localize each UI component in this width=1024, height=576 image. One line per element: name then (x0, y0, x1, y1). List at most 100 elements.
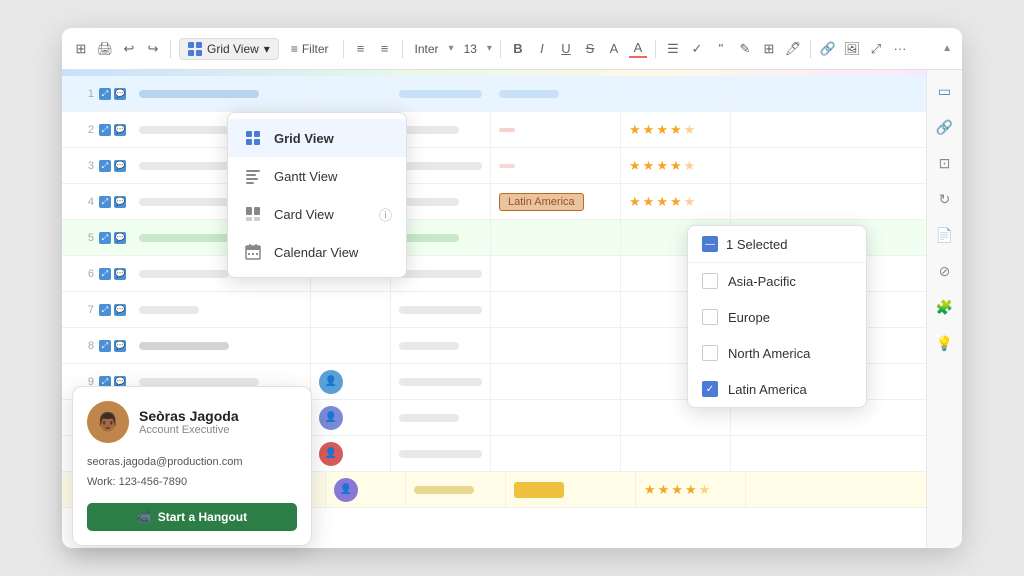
cell-region (491, 112, 621, 147)
expand-icon[interactable]: ⤢ (867, 40, 885, 58)
row-expand-icon[interactable]: ⤢ (99, 196, 111, 208)
toolbar-icon-grid[interactable]: ⊞ (72, 40, 90, 58)
highlight-icon[interactable]: A (605, 40, 623, 58)
cell-region (491, 256, 621, 291)
asia-pacific-option[interactable]: Asia-Pacific (688, 263, 866, 299)
calendar-view-option-label: Calendar View (274, 245, 358, 260)
sidebar-bulb-icon[interactable]: 💡 (934, 332, 956, 354)
pencil-icon[interactable]: ✎ (736, 40, 754, 58)
europe-option[interactable]: Europe (688, 299, 866, 335)
selected-indicator: — (702, 236, 718, 252)
asia-pacific-checkbox[interactable] (702, 273, 718, 289)
card-view-option[interactable]: Card View ⓘ (228, 195, 406, 233)
more-icon[interactable]: ··· (891, 40, 909, 58)
toolbar-divider-5 (655, 40, 656, 58)
align-text-icon[interactable]: ☰ (664, 40, 682, 58)
avatar: 👤 (319, 406, 343, 430)
sidebar-block-icon[interactable]: ⊘ (934, 260, 956, 282)
underline-icon[interactable]: U (557, 40, 575, 58)
image-icon[interactable]: 🖼 (843, 40, 861, 58)
contact-email: seoras.jagoda@production.com (87, 453, 297, 473)
link-icon[interactable]: 🔗 (819, 40, 837, 58)
cell-avatar (311, 328, 391, 363)
font-size-selector[interactable]: 13 (460, 42, 481, 56)
row-comment-icon[interactable]: 💬 (114, 232, 126, 244)
row-expand-icon[interactable]: ⤢ (99, 88, 111, 100)
sidebar-puzzle-icon[interactable]: 🧩 (934, 296, 956, 318)
cell-stars: ★ ★ ★ ★ ★ (621, 148, 731, 183)
row-action-icons: ⤢ 💬 (99, 160, 126, 172)
grid-view-button[interactable]: Grid View ▾ (179, 38, 279, 60)
row-comment-icon[interactable]: 💬 (114, 160, 126, 172)
align-right-icon[interactable]: ≡ (376, 40, 394, 58)
latin-america-option[interactable]: Latin America (688, 371, 866, 407)
align-left-icon[interactable]: ≡ (352, 40, 370, 58)
toolbar-icon-undo[interactable]: ↩ (120, 40, 138, 58)
table-row: 1 ⤢ 💬 (62, 76, 926, 112)
row-number: 8 (72, 340, 94, 352)
star-5: ★ (684, 194, 696, 210)
row-action-icons: ⤢ 💬 (99, 232, 126, 244)
start-hangout-button[interactable]: 📹 Start a Hangout (87, 503, 297, 531)
card-view-info-icon[interactable]: ⓘ (379, 205, 392, 224)
italic-icon[interactable]: I (533, 40, 551, 58)
check-icon[interactable]: ✓ (688, 40, 706, 58)
latin-america-label: Latin America (728, 382, 807, 397)
row-comment-icon[interactable]: 💬 (114, 88, 126, 100)
region-filter-dropdown: — 1 Selected Asia-Pacific Europe North A… (687, 225, 867, 408)
cell-avatar: 👤 (326, 472, 406, 507)
star-2: ★ (658, 482, 670, 498)
row-number: 2 (72, 124, 94, 136)
sidebar-link-icon[interactable]: 🔗 (934, 116, 956, 138)
sidebar-refresh-icon[interactable]: ↻ (934, 188, 956, 210)
gantt-view-option[interactable]: Gantt View (228, 157, 406, 195)
north-america-checkbox[interactable] (702, 345, 718, 361)
strikethrough-icon[interactable]: S (581, 40, 599, 58)
row-comment-icon[interactable]: 💬 (114, 304, 126, 316)
row-expand-icon[interactable]: ⤢ (99, 340, 111, 352)
font-selector[interactable]: Inter (411, 42, 443, 56)
row-comment-icon[interactable]: 💬 (114, 268, 126, 280)
star-2: ★ (643, 194, 655, 210)
font-arrow: ▾ (449, 43, 454, 54)
grid-view-option[interactable]: Grid View (228, 119, 406, 157)
cell-text (391, 292, 491, 327)
toolbar-icon-print[interactable]: 🖨 (96, 40, 114, 58)
cell-text (391, 400, 491, 435)
row-comment-icon[interactable]: 💬 (114, 340, 126, 352)
row-comment-icon[interactable]: 💬 (114, 196, 126, 208)
sidebar-layers-icon[interactable]: ⊡ (934, 152, 956, 174)
latin-america-checkbox[interactable] (702, 381, 718, 397)
bold-icon[interactable]: B (509, 40, 527, 58)
text-color-icon[interactable]: A (629, 40, 647, 58)
sidebar-monitor-icon[interactable]: ▭ (934, 80, 956, 102)
north-america-option[interactable]: North America (688, 335, 866, 371)
sidebar-file-icon[interactable]: 📄 (934, 224, 956, 246)
europe-checkbox[interactable] (702, 309, 718, 325)
row-expand-icon[interactable]: ⤢ (99, 232, 111, 244)
row-expand-icon[interactable]: ⤢ (99, 304, 111, 316)
view-dropdown: Grid View Gantt View (227, 112, 407, 278)
region-badge (499, 164, 515, 168)
avatar: 👤 (319, 370, 343, 394)
paint-icon[interactable]: 🖊 (784, 40, 802, 58)
gantt-view-option-label: Gantt View (274, 169, 337, 184)
row-expand-icon[interactable]: ⤢ (99, 160, 111, 172)
calendar-view-option[interactable]: Calendar View (228, 233, 406, 271)
row-number: 7 (72, 304, 94, 316)
filter-icon: ≡ (291, 42, 298, 56)
star-1: ★ (629, 122, 641, 138)
filter-button[interactable]: ≡ Filter (285, 39, 335, 59)
table-icon[interactable]: ⊞ (760, 40, 778, 58)
toolbar-icon-redo[interactable]: ↪ (144, 40, 162, 58)
row-expand-icon[interactable]: ⤢ (99, 268, 111, 280)
row-expand-icon[interactable]: ⤢ (99, 124, 111, 136)
star-1: ★ (629, 194, 641, 210)
cell-region (491, 400, 621, 435)
collapse-icon[interactable]: ▲ (942, 43, 952, 54)
row-comment-icon[interactable]: 💬 (114, 124, 126, 136)
quote-icon[interactable]: " (712, 40, 730, 58)
calendar-option-icon (242, 241, 264, 263)
toolbar-divider-3 (402, 40, 403, 58)
star-4: ★ (670, 122, 682, 138)
